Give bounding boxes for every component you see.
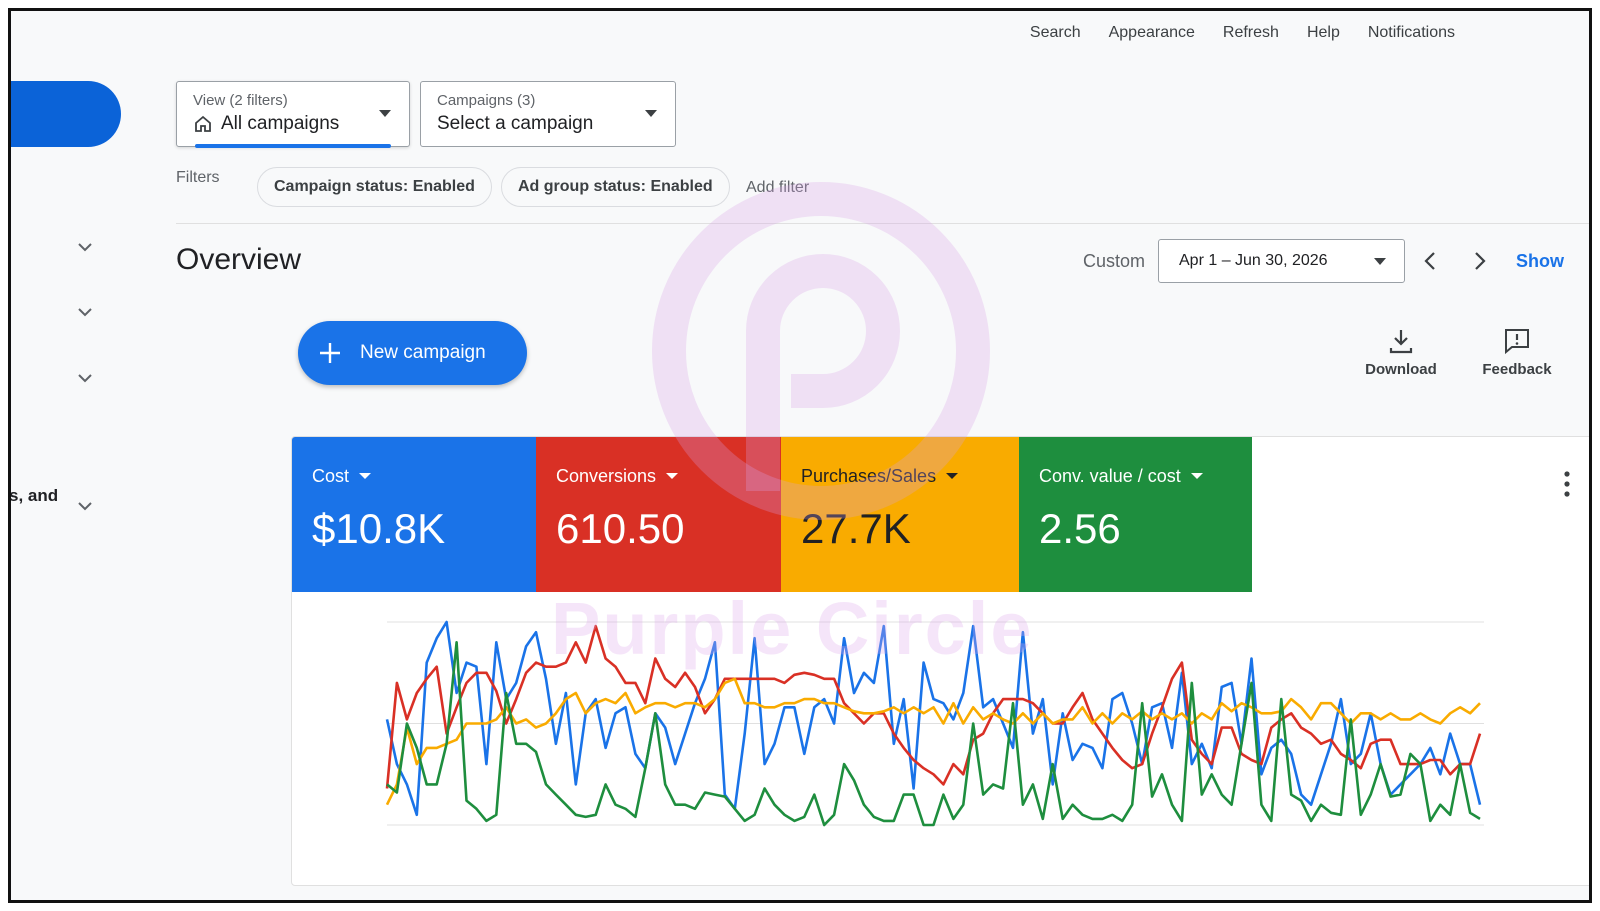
add-filter-button[interactable]: Add filter [746, 179, 809, 197]
metric-value: 2.56 [1039, 505, 1121, 552]
chevron-down-icon[interactable] [75, 496, 95, 516]
chevron-down-icon[interactable] [75, 302, 95, 322]
caret-down-icon [1190, 473, 1203, 479]
show-link[interactable]: Show [1516, 251, 1564, 272]
nav-notifications[interactable]: Notifications [1354, 19, 1469, 47]
campaign-selector[interactable]: Campaigns (3) Select a campaign [420, 81, 676, 147]
download-icon [1389, 330, 1413, 354]
chevron-down-icon[interactable] [75, 368, 95, 388]
dropdown-caret-icon [645, 110, 657, 117]
metric-tile-purchases[interactable]: Purchases/Sales 27.7K [781, 437, 1019, 592]
metric-label: Cost [312, 466, 350, 486]
metric-value: 27.7K [801, 505, 911, 552]
plus-icon [320, 343, 340, 363]
sidebar-item-label[interactable]: s, and [11, 486, 58, 506]
nav-search[interactable]: Search [1016, 19, 1095, 47]
chevron-down-icon[interactable] [75, 237, 95, 257]
dropdown-caret-icon [1374, 258, 1386, 265]
download-button[interactable]: Download [1361, 327, 1441, 378]
caret-down-icon [359, 473, 372, 479]
metric-label: Conversions [556, 466, 657, 486]
nav-refresh[interactable]: Refresh [1209, 19, 1293, 47]
app-frame: Search Appearance Refresh Help Notificat… [8, 8, 1592, 903]
chevron-right-icon[interactable] [1467, 249, 1491, 273]
metric-tile-conversions[interactable]: Conversions 610.50 [536, 437, 781, 592]
caret-down-icon [666, 473, 679, 479]
dropdown-caret-icon [379, 110, 391, 117]
divider [176, 223, 1589, 224]
view-selector-value: All campaigns [221, 113, 340, 134]
campaign-selector-value: Select a campaign [437, 113, 594, 134]
view-selector[interactable]: View (2 filters) All campaigns [176, 81, 410, 148]
page-title: Overview [176, 243, 302, 276]
home-icon [195, 115, 211, 132]
feedback-label: Feedback [1482, 361, 1552, 378]
campaign-selector-label: Campaigns (3) [437, 92, 536, 109]
new-campaign-label: New campaign [360, 342, 486, 363]
nav-help[interactable]: Help [1293, 19, 1354, 47]
selected-indicator [195, 144, 391, 148]
top-nav: Search Appearance Refresh Help Notificat… [1016, 19, 1469, 47]
caret-down-icon [946, 473, 959, 479]
new-campaign-button[interactable]: New campaign [298, 321, 527, 385]
chevron-left-icon[interactable] [1419, 249, 1443, 273]
nav-appearance[interactable]: Appearance [1095, 19, 1209, 47]
performance-chart [385, 620, 1484, 827]
date-range-picker[interactable]: Apr 1 – Jun 30, 2026 [1158, 239, 1405, 283]
feedback-icon [1505, 329, 1529, 355]
metric-tile-cost[interactable]: Cost $10.8K [292, 437, 536, 592]
download-label: Download [1365, 361, 1437, 378]
chart-series-line-3 [386, 640, 1481, 827]
metric-value: $10.8K [312, 505, 446, 552]
create-button[interactable] [11, 81, 121, 147]
filter-chip-campaign-status[interactable]: Campaign status: Enabled [257, 167, 492, 207]
filters-label: Filters [176, 169, 220, 186]
filter-chip-ad-group-status[interactable]: Ad group status: Enabled [501, 167, 730, 207]
metric-value: 610.50 [556, 505, 685, 552]
date-range-value: Apr 1 – Jun 30, 2026 [1179, 252, 1328, 269]
date-range-type: Custom [1083, 251, 1146, 271]
performance-card: Cost $10.8K Conversions 610.50 Purchases… [291, 436, 1589, 886]
more-vert-icon[interactable] [1564, 471, 1570, 497]
metric-label: Purchases/Sales [801, 466, 937, 486]
metric-tile-conv-value-cost[interactable]: Conv. value / cost 2.56 [1019, 437, 1252, 592]
view-selector-label: View (2 filters) [193, 92, 288, 109]
feedback-button[interactable]: Feedback [1477, 327, 1557, 378]
metric-label: Conv. value / cost [1039, 466, 1181, 486]
